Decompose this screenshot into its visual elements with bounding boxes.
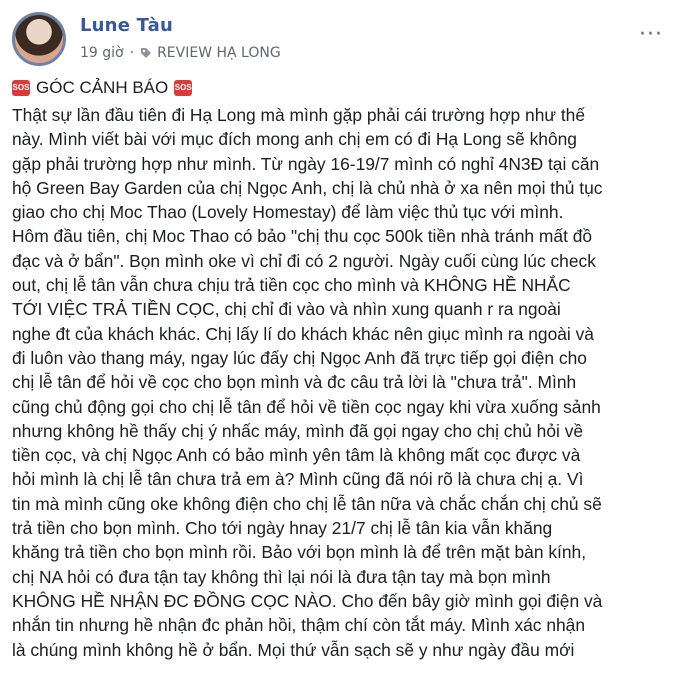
post-line: nghe đt của khách khác. Chị lấy lí do kh… (12, 323, 594, 344)
avatar[interactable] (12, 12, 66, 66)
post-line: tin mà mình cũng oke không điện cho chị … (12, 493, 602, 514)
more-options-icon[interactable]: ··· (639, 22, 663, 47)
tag-icon (141, 48, 152, 58)
post-title: GÓC CẢNH BÁO (36, 78, 169, 97)
post-body: Thật sự lần đầu tiên đi Hạ Long mà mình … (12, 103, 672, 662)
post-line: chị NA hỏi có đưa tận tay không thì lại … (12, 566, 551, 587)
post-line: hộ Green Bay Garden của chị Ngọc Anh, ch… (12, 177, 603, 198)
post-line: chị lễ tân để hỏi về cọc cho bọn mình và… (12, 372, 577, 393)
post-line: out, chị lễ tân vẫn chưa chịu trả tiền c… (12, 275, 571, 296)
post-line: gặp phải trường hợp như mình. Từ ngày 16… (12, 153, 600, 174)
post-line: này. Mình viết bài với mục đích mong anh… (12, 129, 577, 150)
meta-separator: · (129, 45, 135, 61)
post-line: KHÔNG HỀ NHẬN ĐC ĐỒNG CỌC NÀO. Cho đến b… (12, 590, 603, 611)
post-line: hỏi mình là chị lễ tân chưa trả em à? Mì… (12, 469, 584, 490)
post-line: Thật sự lần đầu tiên đi Hạ Long mà mình … (12, 105, 586, 125)
post-meta: 19 giờ · REVIEW HẠ LONG (80, 45, 281, 61)
sos-icon: SOS (12, 80, 30, 96)
post-line: trả tiền cho bọn mình. Cho tới ngày hnay… (12, 518, 553, 539)
post-line: cũng chủ động gọi cho chị lễ tân để hỏi … (12, 396, 601, 417)
post-line: nhưng không hề thấy chị ý nhấc máy, mình… (12, 420, 584, 441)
post-title-row: SOS GÓC CẢNH BÁO SOS (12, 78, 198, 98)
post-line: đi luôn vào thang máy, ngay lúc đấy chị … (12, 347, 587, 368)
post-line: TỚI VIỆC TRẢ TIỀN CỌC, chị chỉ đi vào và… (12, 299, 561, 320)
post-line: đạc và ở bẩn". Bọn mình oke vì chỉ đi có… (12, 250, 596, 271)
author-name[interactable]: Lune Tàu (80, 15, 173, 36)
post-line: tiền cọc, và chị Ngọc Anh có bảo mình yê… (12, 445, 581, 466)
sos-icon: SOS (174, 80, 193, 96)
post-line: nhắn tin nhưng hề nhận đc phản hồi, thậm… (12, 615, 586, 636)
post-line: giao cho chị Moc Thao (Lovely Homestay) … (12, 202, 564, 223)
post-header: Lune Tàu 19 giờ · REVIEW HẠ LONG ··· (12, 10, 673, 70)
group-tag[interactable]: REVIEW HẠ LONG (157, 45, 281, 61)
post-line: khăng trả tiền cho bọn mình rồi. Bảo với… (12, 542, 587, 563)
post-line: Hôm đầu tiên, chị Moc Thao có bảo "chị t… (12, 226, 593, 247)
post-time[interactable]: 19 giờ (80, 45, 124, 61)
post-line: là chúng mình không hề ở bẩn. Mọi thứ vẫ… (12, 639, 575, 660)
